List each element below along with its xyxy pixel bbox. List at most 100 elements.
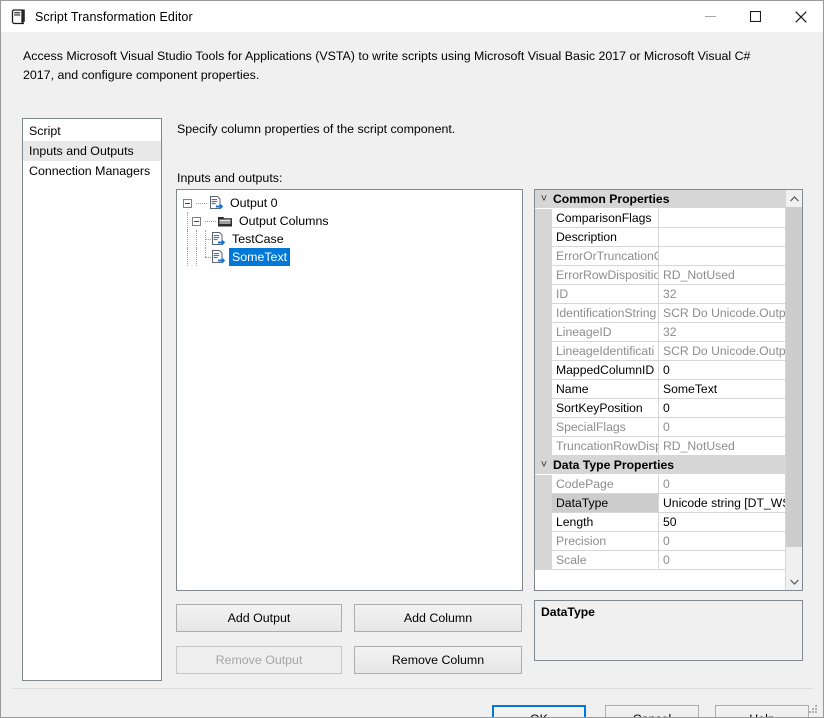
- property-row-lineageid: LineageID 32: [535, 323, 785, 342]
- tree-item-sometext[interactable]: SomeText: [177, 248, 522, 266]
- property-name: ErrorOrTruncationO: [552, 247, 659, 265]
- property-row-length[interactable]: Length 50: [535, 513, 785, 532]
- property-value[interactable]: 0: [659, 399, 785, 417]
- chevron-down-icon[interactable]: ˅: [535, 190, 553, 209]
- scrollbar-thumb[interactable]: [786, 207, 802, 547]
- page-list[interactable]: Script Inputs and Outputs Connection Man…: [22, 118, 162, 681]
- remove-column-button[interactable]: Remove Column: [354, 646, 522, 674]
- property-value: RD_NotUsed: [663, 268, 735, 282]
- property-row-mappedcolumnid[interactable]: MappedColumnID 0: [535, 361, 785, 380]
- column-icon: [210, 231, 226, 247]
- property-row-datatype[interactable]: DataType Unicode string [DT_WSTR]: [535, 494, 785, 513]
- property-grid[interactable]: ˅ Common Properties ComparisonFlags Desc…: [534, 189, 803, 591]
- property-value[interactable]: [659, 228, 785, 246]
- footer-separator: [13, 688, 813, 689]
- collapse-toggle-icon[interactable]: [183, 198, 192, 208]
- property-value: 0: [663, 553, 670, 567]
- row-gutter: [535, 323, 552, 341]
- property-name: CodePage: [552, 475, 659, 493]
- window-controls: [688, 1, 823, 32]
- property-row-truncationrowdisposition: TruncationRowDisp RD_NotUsed: [535, 437, 785, 456]
- property-value[interactable]: 50: [659, 513, 785, 531]
- close-icon[interactable]: [778, 1, 823, 32]
- category-label: Data Type Properties: [553, 457, 675, 472]
- tree-item-output0[interactable]: Output 0: [177, 194, 522, 212]
- column-icon: [210, 249, 226, 265]
- sidebar-item-script[interactable]: Script: [23, 121, 161, 141]
- property-value[interactable]: 0: [659, 361, 785, 379]
- property-value: RD_NotUsed: [663, 439, 735, 453]
- property-row-comparisonflags[interactable]: ComparisonFlags: [535, 209, 785, 228]
- property-row-identificationstring: IdentificationString SCR Do Unicode.Outp…: [535, 304, 785, 323]
- tree-connector: [201, 230, 211, 248]
- tree-item-testcase[interactable]: TestCase: [177, 230, 522, 248]
- row-gutter: [535, 399, 552, 417]
- property-category-common[interactable]: ˅ Common Properties: [535, 190, 785, 209]
- property-name: SpecialFlags: [552, 418, 659, 436]
- tree-connector: [183, 230, 192, 248]
- resize-grip[interactable]: [807, 702, 819, 714]
- property-row-name[interactable]: Name SomeText: [535, 380, 785, 399]
- property-row-codepage: CodePage 0: [535, 475, 785, 494]
- minimize-icon[interactable]: [688, 1, 733, 32]
- tree-item-label-selected: SomeText: [229, 248, 291, 266]
- tree-item-output-columns[interactable]: Output Columns: [177, 212, 522, 230]
- row-gutter: [535, 494, 552, 512]
- property-name: Scale: [552, 551, 659, 569]
- row-gutter: [535, 437, 552, 455]
- help-button[interactable]: Help: [715, 705, 809, 717]
- property-value: 0: [663, 420, 670, 434]
- maximize-icon[interactable]: [733, 1, 778, 32]
- property-category-datatype[interactable]: ˅ Data Type Properties: [535, 456, 785, 475]
- row-gutter: [535, 475, 552, 493]
- sidebar-item-connection-managers[interactable]: Connection Managers: [23, 161, 161, 181]
- row-gutter: [535, 513, 552, 531]
- property-value[interactable]: [659, 209, 785, 227]
- ok-button[interactable]: OK: [492, 705, 586, 717]
- chevron-down-icon[interactable]: ˅: [535, 456, 553, 475]
- property-description-title: DataType: [541, 605, 595, 619]
- add-output-button[interactable]: Add Output: [176, 604, 342, 632]
- property-value[interactable]: SomeText: [659, 380, 785, 398]
- property-name: Name: [552, 380, 659, 398]
- property-name: LineageID: [552, 323, 659, 341]
- tree-label: Inputs and outputs:: [177, 171, 283, 185]
- property-row-errorrowdisposition: ErrorRowDispositio RD_NotUsed: [535, 266, 785, 285]
- row-gutter: [535, 380, 552, 398]
- property-value[interactable]: Unicode string [DT_WSTR]: [659, 494, 785, 512]
- property-name: ComparisonFlags: [552, 209, 659, 227]
- scroll-up-icon[interactable]: [786, 190, 802, 207]
- tree-connector: [183, 248, 192, 266]
- tree-connector: [196, 202, 207, 204]
- collapse-toggle-icon[interactable]: [192, 216, 201, 226]
- property-name: MappedColumnID: [552, 361, 659, 379]
- row-gutter: [535, 532, 552, 550]
- inputs-and-outputs-tree[interactable]: Output 0 Output Columns TestCase SomeTex…: [176, 189, 523, 591]
- script-transformation-icon: [10, 8, 27, 25]
- row-gutter: [535, 551, 552, 569]
- add-column-button[interactable]: Add Column: [354, 604, 522, 632]
- property-value: 0: [663, 534, 670, 548]
- row-gutter: [535, 209, 552, 227]
- row-gutter: [535, 266, 552, 284]
- cancel-button[interactable]: Cancel: [605, 705, 699, 717]
- tree-connector: [183, 212, 192, 230]
- tree-connector: [192, 230, 201, 248]
- row-gutter: [535, 228, 552, 246]
- property-value: 32: [663, 325, 677, 339]
- property-name: DataType: [552, 494, 659, 512]
- property-grid-rows: ˅ Common Properties ComparisonFlags Desc…: [535, 190, 785, 590]
- property-grid-scrollbar[interactable]: [785, 190, 802, 590]
- row-gutter: [535, 418, 552, 436]
- property-row-description[interactable]: Description: [535, 228, 785, 247]
- property-row-precision: Precision 0: [535, 532, 785, 551]
- property-row-sortkeyposition[interactable]: SortKeyPosition 0: [535, 399, 785, 418]
- output-icon: [208, 195, 224, 211]
- sidebar-item-inputs-and-outputs[interactable]: Inputs and Outputs: [23, 141, 161, 161]
- window-title: Script Transformation Editor: [35, 9, 193, 24]
- property-value: [659, 247, 785, 265]
- property-name: Precision: [552, 532, 659, 550]
- tree-item-label: TestCase: [232, 232, 284, 246]
- title-bar[interactable]: Script Transformation Editor: [1, 1, 823, 32]
- scroll-down-icon[interactable]: [786, 573, 802, 590]
